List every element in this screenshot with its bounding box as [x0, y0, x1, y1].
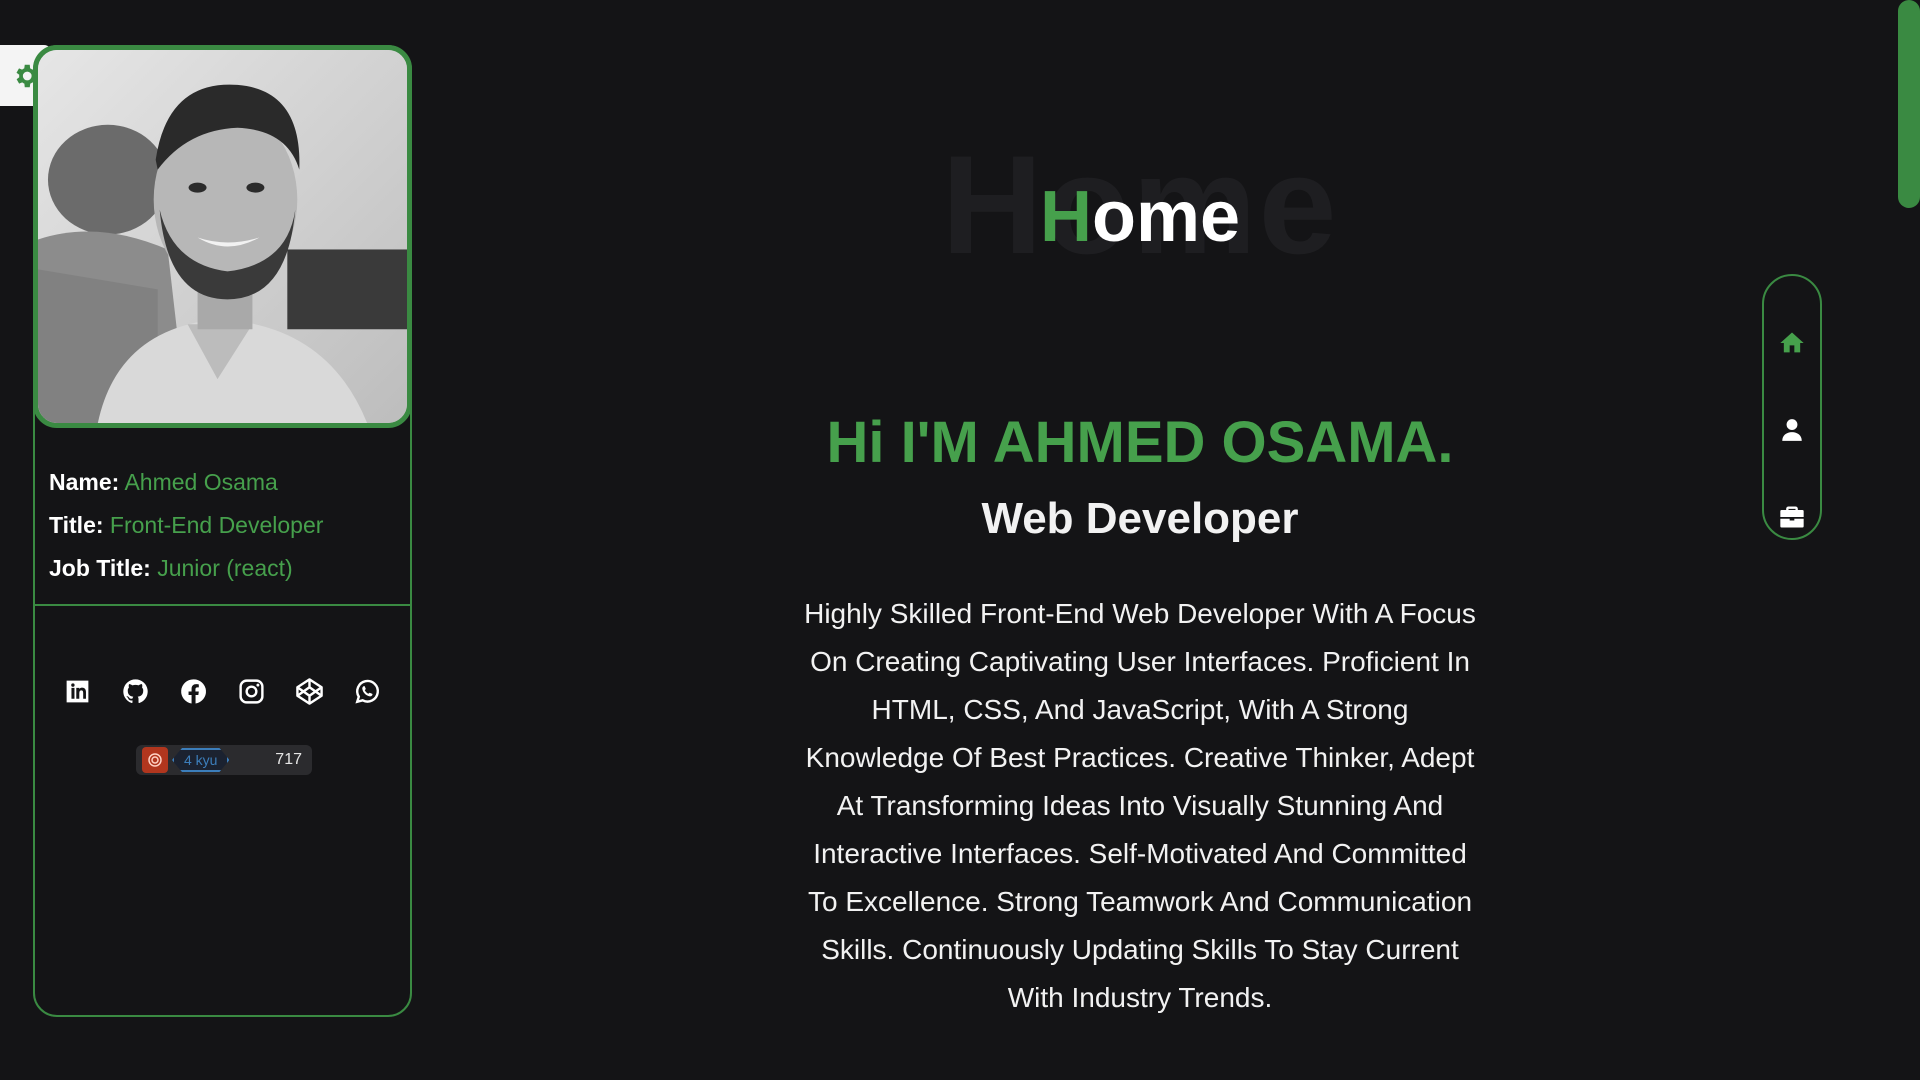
role-subtitle: Web Developer [981, 494, 1299, 543]
codewars-badge[interactable]: 4 kyu 717 [136, 745, 312, 775]
info-label: Title: [49, 512, 104, 538]
divider [35, 604, 410, 606]
codepen-link[interactable] [295, 677, 324, 706]
scrollbar-thumb[interactable] [1898, 0, 1920, 208]
user-icon [1782, 419, 1802, 441]
profile-card: Name: Ahmed Osama Title: Front-End Devel… [33, 45, 412, 1017]
codewars-icon [142, 747, 168, 773]
instagram-link[interactable] [237, 677, 266, 706]
instagram-icon [239, 679, 264, 704]
profile-info: Name: Ahmed Osama Title: Front-End Devel… [35, 461, 410, 590]
title-rest: ome [1091, 177, 1241, 257]
info-name: Name: Ahmed Osama [49, 461, 410, 504]
info-value: Front-End Developer [109, 512, 324, 538]
section-title-text: Home [760, 177, 1520, 257]
codewars-honor: 717 [275, 751, 302, 768]
section-title: Home Home [760, 130, 1520, 280]
scrollbar[interactable] [1896, 0, 1920, 1080]
profile-photo [33, 45, 412, 428]
codepen-icon [296, 678, 323, 705]
nav-portfolio[interactable] [1764, 492, 1820, 542]
info-value: Ahmed Osama [124, 469, 278, 495]
whatsapp-link[interactable] [353, 677, 382, 706]
info-label: Job Title: [49, 555, 151, 581]
home-section: Home Home Hi I'M AHMED OSAMA. Web Develo… [760, 0, 1520, 1080]
whatsapp-icon [355, 679, 379, 704]
github-link[interactable] [121, 677, 150, 706]
facebook-icon [181, 679, 206, 704]
greeting-heading: Hi I'M AHMED OSAMA. [826, 410, 1454, 475]
linkedin-link[interactable] [63, 677, 92, 706]
title-accent: H [1039, 177, 1092, 257]
nav-about[interactable] [1764, 405, 1820, 455]
github-icon [123, 679, 148, 704]
facebook-link[interactable] [179, 677, 208, 706]
section-nav [1762, 274, 1822, 540]
info-title: Title: Front-End Developer [49, 504, 410, 547]
home-icon [1780, 332, 1804, 353]
nav-home[interactable] [1764, 318, 1820, 368]
linkedin-icon [66, 680, 89, 703]
briefcase-icon [1780, 506, 1804, 528]
info-label: Name: [49, 469, 120, 495]
info-value: Junior (react) [157, 555, 293, 581]
social-links [35, 677, 410, 706]
info-job-title: Job Title: Junior (react) [49, 547, 410, 590]
codewars-rank: 4 kyu [172, 748, 229, 772]
bio-paragraph: Highly Skilled Front-End Web Developer W… [804, 598, 1476, 1013]
